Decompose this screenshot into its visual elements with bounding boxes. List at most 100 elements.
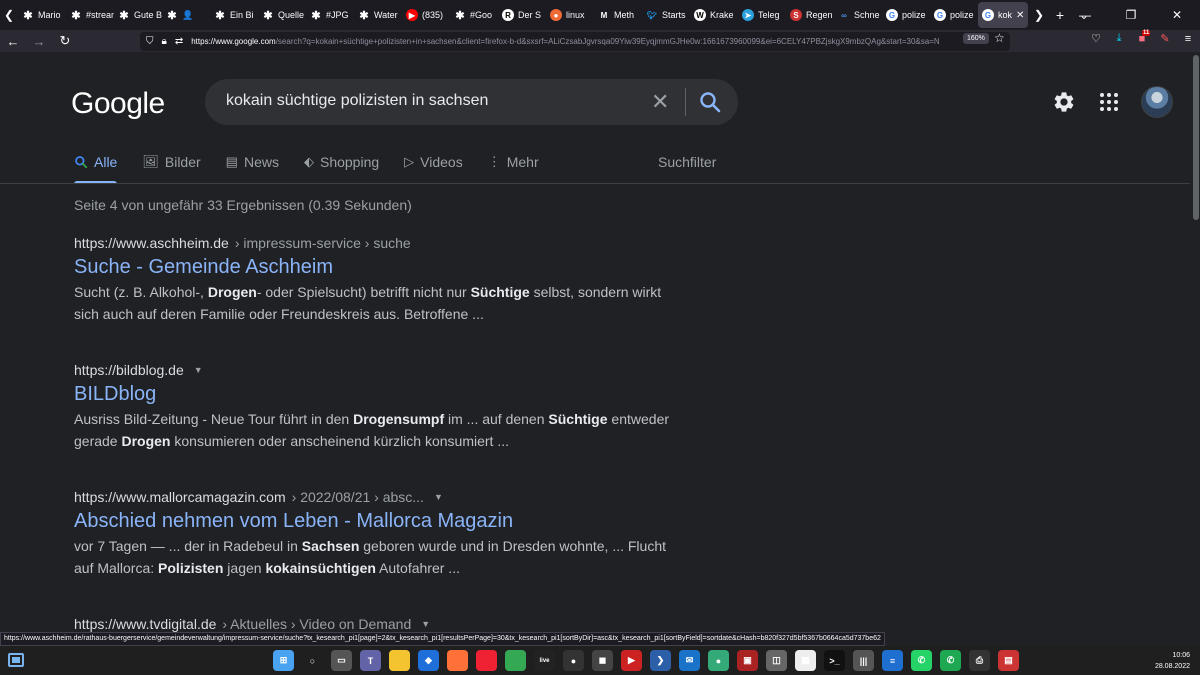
taskbar-app-1-icon[interactable]: ◼ xyxy=(592,650,613,671)
tab-images[interactable]: 🖼︎ Bilder xyxy=(142,152,200,172)
url-bar[interactable]: ⛉ 🔒︎ ⇄ https://www.google.com/search?q=k… xyxy=(140,32,1010,51)
result-menu-caret-icon[interactable]: ▼ xyxy=(434,492,443,502)
google-apps-icon[interactable] xyxy=(1100,93,1118,111)
taskbar-app-2-icon[interactable]: ▶ xyxy=(621,650,642,671)
browser-tab[interactable]: ∞ Schne xyxy=(834,2,882,28)
search-result: https://www.tvdigital.de › Aktuelles › V… xyxy=(74,616,674,632)
browser-tab[interactable]: ✱ #Goo xyxy=(450,2,498,28)
result-url[interactable]: https://bildblog.de ▼ xyxy=(74,362,674,378)
result-title[interactable]: Suche - Gemeinde Aschheim xyxy=(74,256,674,279)
search-box[interactable]: kokain süchtige polizisten in sachsen ✕ xyxy=(205,79,738,125)
permissions-icon[interactable]: ⇄ xyxy=(175,36,183,47)
reload-icon[interactable]: ↻ xyxy=(52,33,78,49)
extension-icon[interactable]: ■ 11 xyxy=(1136,29,1151,45)
taskbar-app-8-icon[interactable]: ▤ xyxy=(998,650,1019,671)
browser-tab[interactable]: ▶ (835) xyxy=(402,2,450,28)
tab-all[interactable]: Alle xyxy=(74,152,118,184)
tab-shopping[interactable]: ⬖ Shopping xyxy=(304,152,379,172)
browser-tab[interactable]: S Regen xyxy=(786,2,834,28)
search-icon[interactable] xyxy=(698,90,722,114)
browser-tab[interactable]: ✱ Gute B xyxy=(114,2,162,28)
result-path: › 2022/08/21 › absc... xyxy=(291,489,424,505)
taskbar-app-4-icon[interactable]: ▣ xyxy=(737,650,758,671)
taskbar-notes-icon[interactable]: ≡ xyxy=(882,650,903,671)
browser-tab[interactable]: ✱ Mario xyxy=(18,2,66,28)
avatar[interactable] xyxy=(1141,86,1173,118)
browser-tab[interactable]: ✱ Ein Bi xyxy=(210,2,258,28)
gear-icon[interactable] xyxy=(1052,90,1076,114)
minimize-icon[interactable]: — xyxy=(1062,0,1108,30)
lock-icon[interactable]: 🔒︎ xyxy=(162,36,167,47)
browser-tab[interactable]: M Meth xyxy=(594,2,642,28)
result-url[interactable]: https://www.tvdigital.de › Aktuelles › V… xyxy=(74,616,674,632)
downloads-icon[interactable]: ⤓ xyxy=(1113,32,1125,45)
pocket-icon[interactable]: ♡ xyxy=(1090,32,1102,45)
tab-videos[interactable]: ▷ Videos xyxy=(404,152,463,172)
tab-scroll-left-button[interactable]: ❮ xyxy=(0,0,18,30)
taskbar-live-icon[interactable]: live xyxy=(534,650,555,671)
back-arrow-icon[interactable]: ← xyxy=(0,34,26,49)
taskbar-app-3-icon[interactable]: ● xyxy=(708,650,729,671)
browser-tab[interactable]: R Der S xyxy=(498,2,546,28)
taskbar-library-icon[interactable]: ||| xyxy=(853,650,874,671)
result-title[interactable]: Abschied nehmen vom Leben - Mallorca Mag… xyxy=(74,510,674,533)
browser-tab[interactable]: 🐦︎ Starts xyxy=(642,2,690,28)
taskbar-app-6-icon[interactable]: ▦ xyxy=(795,650,816,671)
browser-tab[interactable]: ✱ 👤 xyxy=(162,2,210,28)
tab-more[interactable]: ⋮ Mehr xyxy=(488,152,539,172)
taskbar-terminal-icon[interactable]: >_ xyxy=(824,650,845,671)
browser-tab[interactable]: Gkok ✕ xyxy=(978,2,1028,28)
browser-tab[interactable]: ✱ #stream xyxy=(66,2,114,28)
tab-scroll-right-button[interactable]: ❯ xyxy=(1030,0,1048,30)
bookmark-star-icon[interactable]: ☆ xyxy=(994,31,1005,45)
browser-tab[interactable]: ● linux xyxy=(546,2,594,28)
result-menu-caret-icon[interactable]: ▼ xyxy=(421,619,430,629)
restore-icon[interactable]: ❐ xyxy=(1108,0,1154,30)
result-menu-caret-icon[interactable]: ▼ xyxy=(194,365,203,375)
taskbar-firefox-icon[interactable] xyxy=(447,650,468,671)
browser-tab[interactable]: ✱ #JPG xyxy=(306,2,354,28)
taskbar-obs-icon[interactable]: ● xyxy=(563,650,584,671)
taskbar-start-icon[interactable]: ⊞ xyxy=(273,650,294,671)
page-scrollbar[interactable] xyxy=(1193,55,1199,220)
menu-icon[interactable]: ≡ xyxy=(1182,33,1194,45)
browser-tab[interactable]: Gpolize xyxy=(930,2,978,28)
taskbar-teams-icon[interactable]: T xyxy=(360,650,381,671)
clear-search-icon[interactable]: ✕ xyxy=(651,89,669,115)
close-tab-icon[interactable]: ✕ xyxy=(1016,10,1024,21)
taskbar-search-icon[interactable]: ○ xyxy=(302,650,323,671)
taskbar-mail-icon[interactable]: ✉ xyxy=(679,650,700,671)
taskbar-task-view-icon[interactable]: ▭ xyxy=(331,650,352,671)
google-logo[interactable]: Google xyxy=(71,87,165,121)
system-clock[interactable]: 10:06 28.08.2022 xyxy=(1155,650,1190,672)
shield-icon[interactable]: ⛉ xyxy=(146,36,154,47)
taskbar-explorer-icon[interactable] xyxy=(389,650,410,671)
tab-title: Regen xyxy=(806,10,833,20)
search-input[interactable]: kokain süchtige polizisten in sachsen xyxy=(226,92,488,110)
widgets-icon[interactable] xyxy=(8,653,24,667)
forward-arrow-icon[interactable]: → xyxy=(26,34,52,49)
taskbar-firefox-dev-icon[interactable] xyxy=(476,650,497,671)
result-title[interactable]: BILDblog xyxy=(74,383,674,406)
url-text[interactable]: https://www.google.com/search?q=kokain+s… xyxy=(191,37,941,46)
browser-tab[interactable]: ✱ Quelle xyxy=(258,2,306,28)
result-url[interactable]: https://www.mallorcamagazin.com › 2022/0… xyxy=(74,489,674,505)
browser-tab[interactable]: ➤ Teleg xyxy=(738,2,786,28)
browser-tab[interactable]: W Krake xyxy=(690,2,738,28)
browser-tab[interactable]: Gpolize xyxy=(882,2,930,28)
tab-news[interactable]: ▤ News xyxy=(226,152,279,172)
taskbar-terminal-blue-icon[interactable]: ❯ xyxy=(650,650,671,671)
taskbar-chrome-icon[interactable] xyxy=(505,650,526,671)
search-filter-button[interactable]: Suchfilter xyxy=(658,154,716,170)
result-host: https://www.aschheim.de xyxy=(74,235,229,251)
result-url[interactable]: https://www.aschheim.de › impressum-serv… xyxy=(74,235,674,251)
taskbar-whatsapp-icon[interactable]: ✆ xyxy=(911,650,932,671)
taskbar-app-7-icon[interactable]: ⎙ xyxy=(969,650,990,671)
zoom-indicator[interactable]: 160% xyxy=(963,33,989,44)
taskbar-whatsapp-2-icon[interactable]: ✆ xyxy=(940,650,961,671)
extension-2-icon[interactable]: ✎ xyxy=(1159,32,1171,45)
taskbar-app-5-icon[interactable]: ◫ xyxy=(766,650,787,671)
taskbar-defender-icon[interactable]: ◆ xyxy=(418,650,439,671)
browser-tab[interactable]: ✱ Water xyxy=(354,2,402,28)
close-window-icon[interactable]: ✕ xyxy=(1154,0,1200,30)
